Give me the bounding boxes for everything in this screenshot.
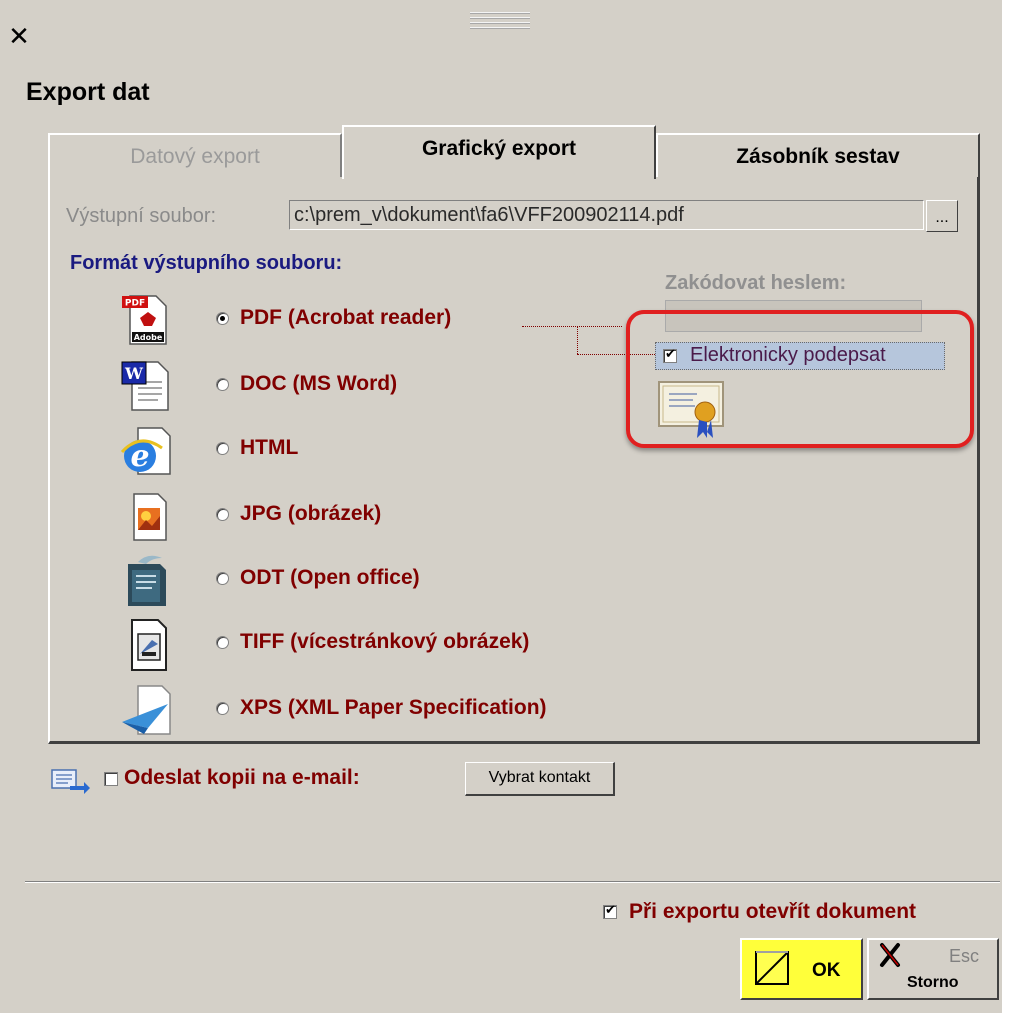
format-heading: Formát výstupního souboru: xyxy=(70,252,343,274)
ok-icon xyxy=(755,951,789,985)
format-label-html: HTML xyxy=(240,436,299,459)
tab-data-export[interactable]: Datový export xyxy=(48,133,342,177)
format-option-odt[interactable]: ODT (Open office) xyxy=(118,552,638,608)
export-dialog: ✕ Export dat Datový export Grafický expo… xyxy=(0,0,1004,1013)
dialog-title: Export dat xyxy=(26,78,150,106)
output-file-input[interactable]: c:\prem_v\dokument\fa6\VFF200902114.pdf xyxy=(289,200,924,230)
drag-grip[interactable] xyxy=(470,12,530,32)
format-label-pdf: PDF (Acrobat reader) xyxy=(240,306,452,329)
email-checkbox[interactable] xyxy=(104,772,118,786)
format-label-xps: XPS (XML Paper Specification) xyxy=(240,696,547,719)
svg-text:Adobe: Adobe xyxy=(134,333,163,342)
format-option-tiff[interactable]: TIFF (vícestránkový obrázek) xyxy=(118,616,638,672)
open-after-export-label: Při exportu otevřít dokument xyxy=(629,900,917,923)
output-file-label: Výstupní soubor: xyxy=(66,205,217,227)
close-x-icon xyxy=(880,943,900,967)
format-option-xps[interactable]: XPS (XML Paper Specification) xyxy=(118,682,638,738)
format-option-jpg[interactable]: JPG (obrázek) xyxy=(118,488,638,544)
open-after-export-checkbox[interactable] xyxy=(603,903,617,919)
connector-line xyxy=(577,326,578,354)
ok-label: OK xyxy=(812,960,841,981)
svg-text:W: W xyxy=(124,364,144,383)
format-option-pdf[interactable]: PDF Adobe PDF (Acrobat reader) xyxy=(118,292,638,348)
format-radio-odt[interactable] xyxy=(216,572,229,585)
esc-shortcut-label: Esc xyxy=(949,946,980,966)
format-radio-xps[interactable] xyxy=(216,702,229,715)
close-button[interactable]: ✕ xyxy=(8,24,30,50)
format-label-tiff: TIFF (vícestránkový obrázek) xyxy=(240,630,530,653)
ok-button[interactable]: OK xyxy=(740,938,863,1000)
sign-checkbox[interactable] xyxy=(663,347,677,363)
format-radio-html[interactable] xyxy=(216,442,229,455)
word-icon: W xyxy=(121,361,169,411)
format-option-html[interactable]: e HTML xyxy=(118,422,638,478)
format-radio-doc[interactable] xyxy=(216,378,229,391)
storno-label: Storno xyxy=(907,974,959,991)
format-label-jpg: JPG (obrázek) xyxy=(240,502,382,525)
pdf-icon: PDF Adobe xyxy=(122,295,167,345)
password-label: Zakódovat heslem: xyxy=(665,272,847,294)
email-send-icon xyxy=(51,769,90,794)
format-label-odt: ODT (Open office) xyxy=(240,566,420,589)
format-option-doc[interactable]: W DOC (MS Word) xyxy=(118,358,638,414)
xps-icon xyxy=(122,685,171,735)
format-radio-tiff[interactable] xyxy=(216,636,229,649)
svg-text:PDF: PDF xyxy=(125,299,145,309)
tab-graphic-export[interactable]: Grafický export xyxy=(342,125,656,179)
tiff-scanner-icon xyxy=(131,619,167,671)
tab-bar: Datový export Grafický export Zásobník s… xyxy=(48,125,980,179)
cancel-button[interactable]: Esc Storno xyxy=(867,938,999,1000)
sign-label: Elektronicky podepsat xyxy=(690,344,886,366)
ie-icon: e xyxy=(120,427,171,475)
separator xyxy=(25,881,1000,883)
certificate-icon xyxy=(658,381,724,438)
browse-button[interactable]: ... xyxy=(926,200,958,232)
select-contact-button[interactable]: Vybrat kontakt xyxy=(465,762,615,796)
jpg-image-icon xyxy=(133,493,167,541)
tab-report-stack[interactable]: Zásobník sestav xyxy=(656,133,980,177)
email-label: Odeslat kopii na e-mail: xyxy=(124,766,360,789)
connector-line xyxy=(522,326,622,327)
openoffice-icon xyxy=(128,555,166,606)
format-label-doc: DOC (MS Word) xyxy=(240,372,398,395)
format-radio-jpg[interactable] xyxy=(216,508,229,521)
format-radio-pdf[interactable] xyxy=(216,312,229,325)
